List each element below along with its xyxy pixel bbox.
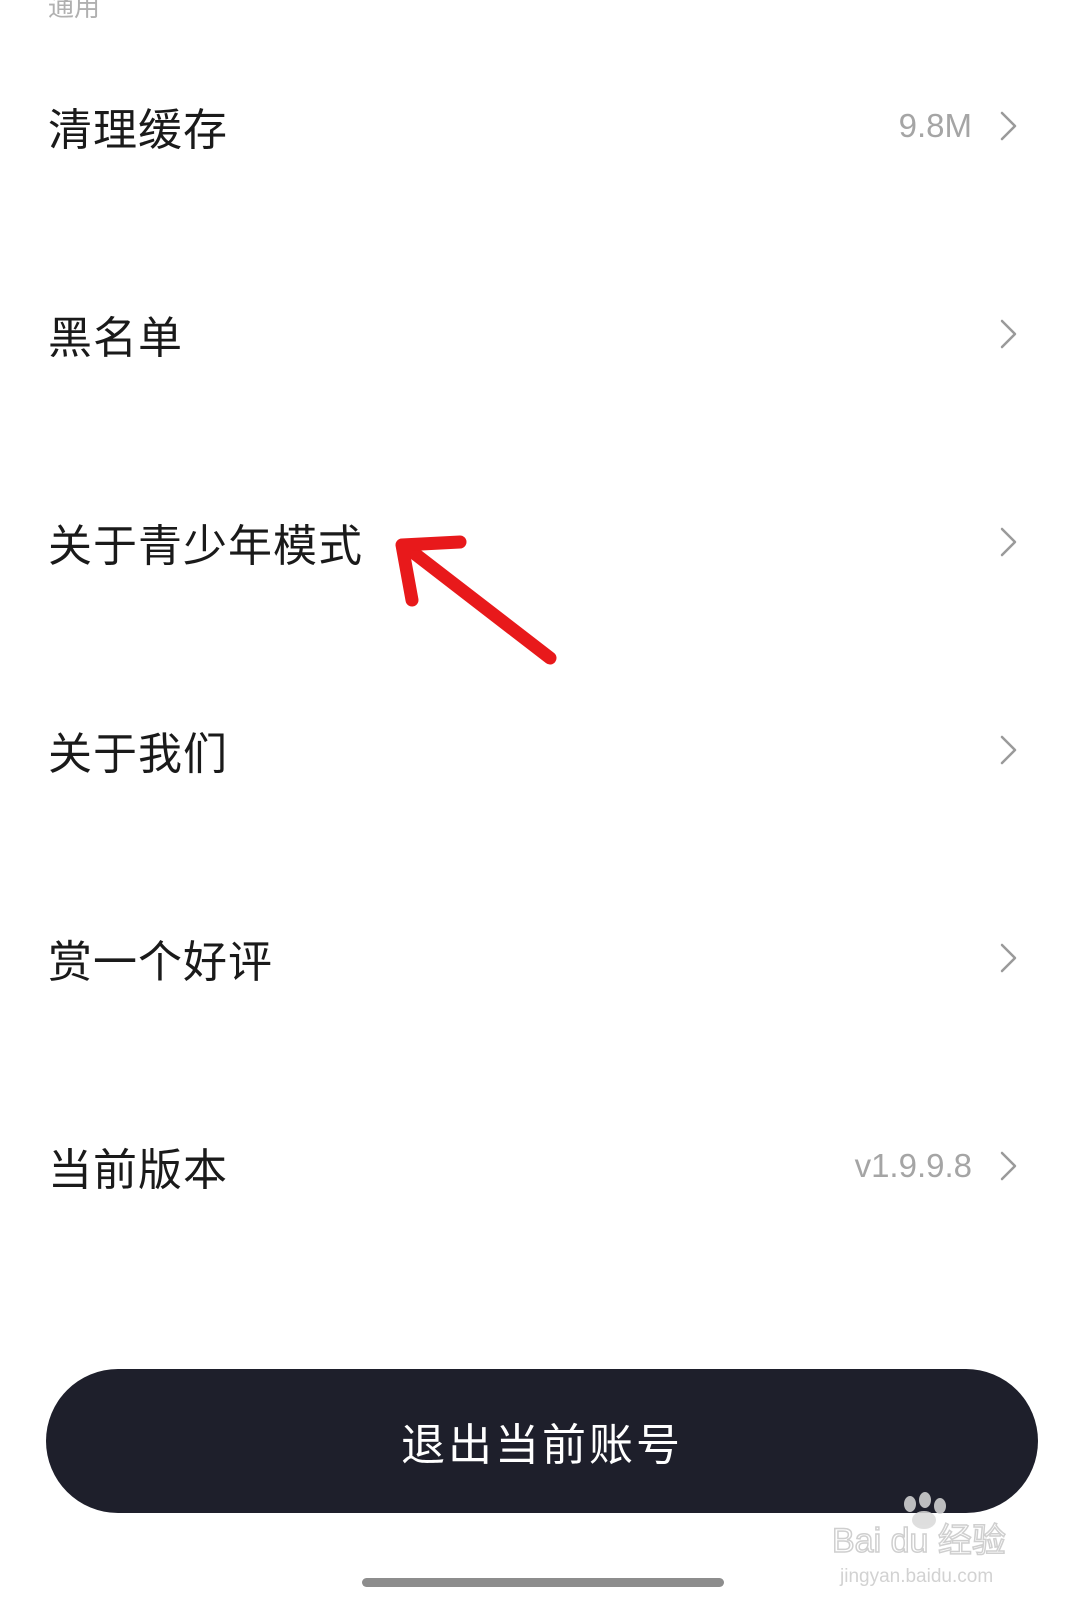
chevron-right-icon (1000, 319, 1017, 349)
settings-item-label: 赏一个好评 (48, 937, 273, 988)
settings-item-version[interactable]: 当前版本 v1.9.9.8 (0, 1062, 1080, 1270)
settings-item-rate-app[interactable]: 赏一个好评 (0, 854, 1080, 1062)
svg-text:jingyan.baidu.com: jingyan.baidu.com (839, 1566, 993, 1587)
chevron-right-icon (1000, 1151, 1017, 1181)
chevron-right-icon (1000, 527, 1017, 557)
version-value: v1.9.9.8 (854, 1147, 972, 1184)
chevron-right-icon (1000, 943, 1017, 973)
settings-item-about-us[interactable]: 关于我们 (0, 646, 1080, 854)
settings-item-label: 清理缓存 (48, 105, 228, 156)
home-indicator[interactable] (362, 1578, 724, 1587)
chevron-right-icon (1000, 735, 1017, 765)
settings-item-label: 关于我们 (48, 729, 228, 780)
settings-item-teen-mode[interactable]: 关于青少年模式 (0, 438, 1080, 646)
logout-button[interactable]: 退出当前账号 (46, 1369, 1038, 1513)
settings-item-blacklist[interactable]: 黑名单 (0, 230, 1080, 438)
settings-item-clear-cache[interactable]: 清理缓存 9.8M (0, 22, 1080, 230)
section-title-general: 通用 (48, 0, 101, 23)
svg-text:Bai du 经验: Bai du 经验 (832, 1522, 1006, 1560)
settings-list: 清理缓存 9.8M 黑名单 关于青少年模式 关于我们 赏一个好评 当前版本 v1… (0, 22, 1080, 1270)
cache-size-value: 9.8M (898, 107, 972, 144)
settings-item-label: 黑名单 (48, 313, 183, 364)
settings-item-label: 关于青少年模式 (48, 521, 363, 572)
chevron-right-icon (1000, 111, 1017, 141)
settings-item-label: 当前版本 (48, 1145, 228, 1196)
